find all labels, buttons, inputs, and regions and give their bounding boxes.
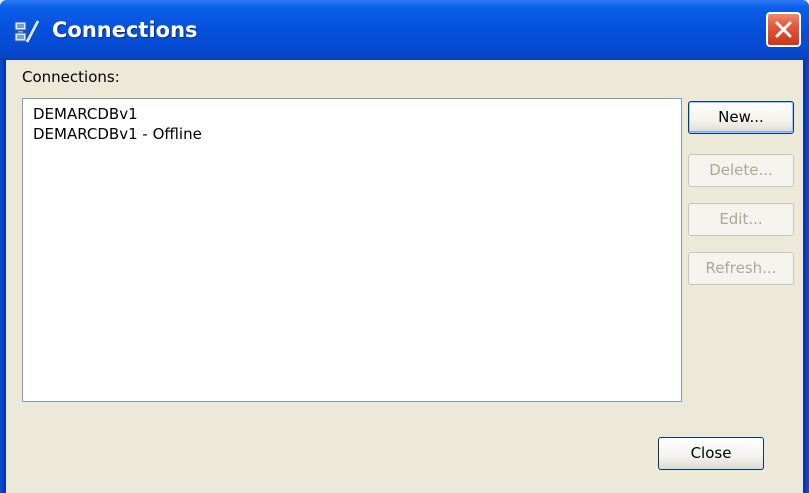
window-frame-right — [803, 60, 809, 493]
connections-list[interactable]: DEMARCDBv1 DEMARCDBv1 - Offline — [22, 98, 682, 402]
connections-dialog: Connections Connections: DEMARCDBv1 DEMA… — [0, 0, 809, 493]
close-icon[interactable] — [766, 12, 801, 47]
close-button[interactable]: Close — [658, 437, 764, 470]
connections-label: Connections: — [22, 68, 120, 86]
dialog-body: Connections: DEMARCDBv1 DEMARCDBv1 - Off… — [6, 60, 803, 493]
edit-button[interactable]: Edit... — [688, 203, 794, 236]
refresh-button[interactable]: Refresh... — [688, 252, 794, 285]
list-item[interactable]: DEMARCDBv1 - Offline — [33, 124, 202, 144]
list-item[interactable]: DEMARCDBv1 — [33, 104, 138, 124]
new-button[interactable]: New... — [688, 101, 794, 134]
delete-button[interactable]: Delete... — [688, 154, 794, 187]
window-title: Connections — [52, 18, 198, 42]
connections-icon — [14, 18, 40, 44]
title-bar[interactable]: Connections — [0, 0, 809, 60]
